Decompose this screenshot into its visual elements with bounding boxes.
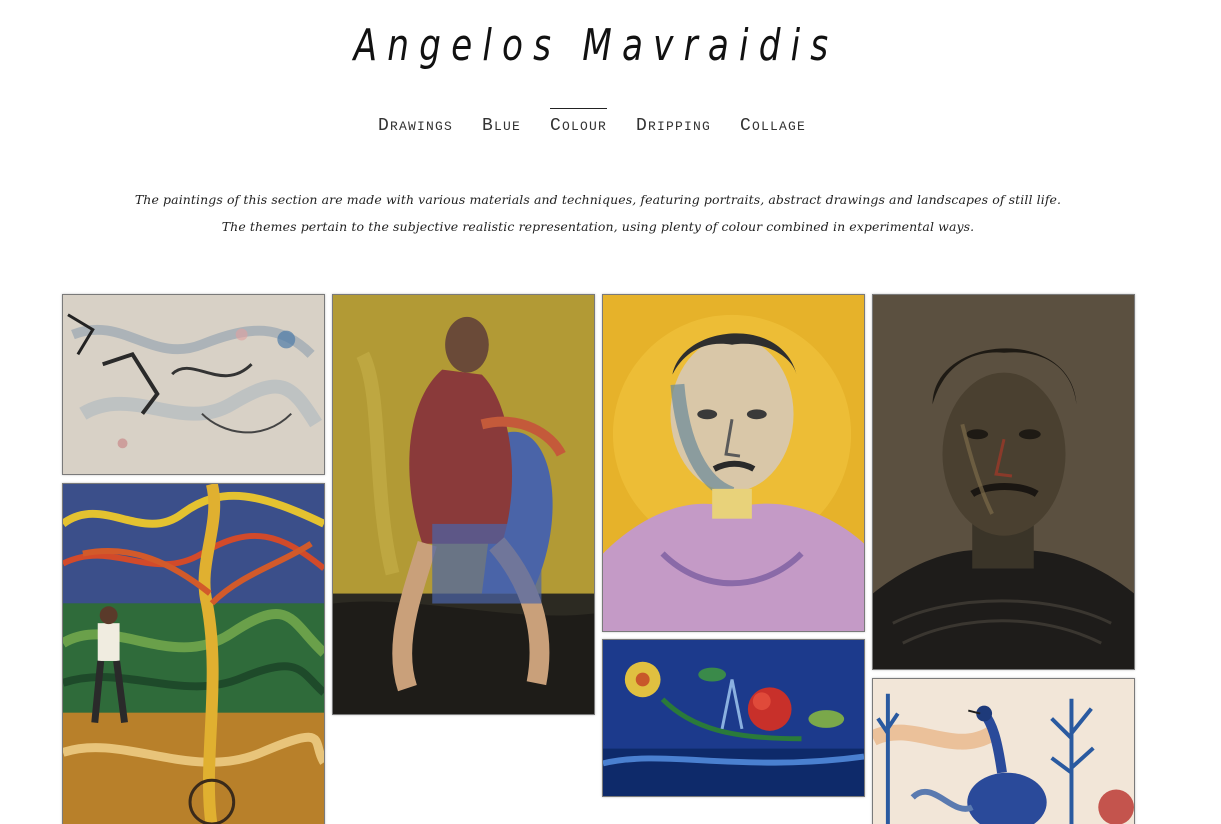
nav-dripping[interactable]: Dripping <box>636 108 711 135</box>
artwork-blue-still-life[interactable] <box>602 639 865 797</box>
intro-line-2: The themes pertain to the subjective rea… <box>221 219 975 234</box>
nav-blue[interactable]: Blue <box>482 108 521 135</box>
artwork-tree-figure[interactable] <box>62 483 325 824</box>
site-title[interactable]: Angelos Mavraidis <box>131 20 1061 71</box>
artwork-dark-self-portrait[interactable] <box>872 294 1135 670</box>
artwork-blue-bird[interactable] <box>872 678 1135 824</box>
nav-colour[interactable]: Colour <box>549 108 607 135</box>
main-nav: Drawings Blue Colour Dripping Collage <box>0 108 1184 135</box>
artwork-abstract-grey[interactable] <box>62 294 325 475</box>
section-intro: The paintings of this section are made w… <box>0 186 1196 240</box>
artwork-yellow-portrait[interactable] <box>602 294 865 632</box>
nav-drawings[interactable]: Drawings <box>378 108 453 135</box>
intro-line-1: The paintings of this section are made w… <box>134 192 1062 207</box>
nav-collage[interactable]: Collage <box>740 108 806 135</box>
artwork-seated-figure[interactable] <box>332 294 595 715</box>
